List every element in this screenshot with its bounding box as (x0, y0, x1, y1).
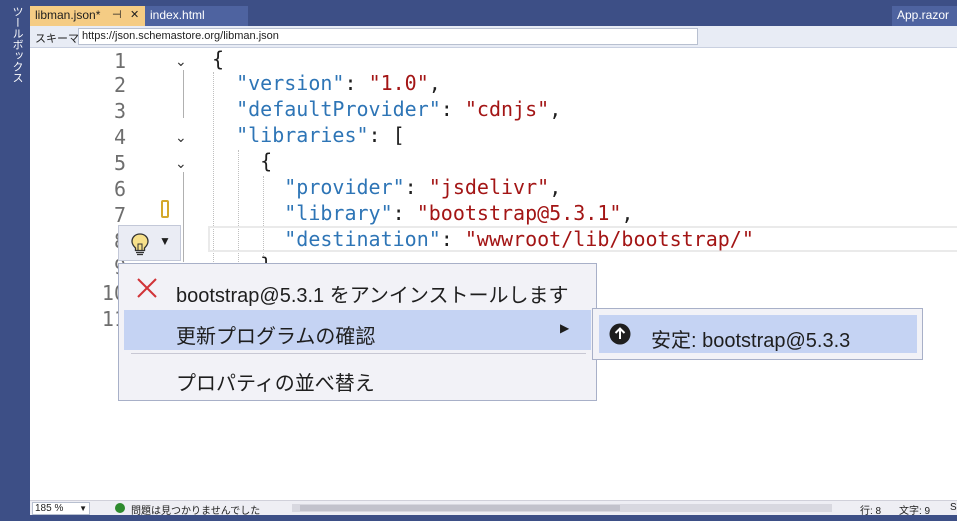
tab-label: index.html (150, 8, 205, 22)
menu-item-label: 安定: bootstrap@5.3.3 (651, 330, 851, 352)
tab-app-razor[interactable]: App.razor (892, 6, 957, 26)
menu-item-label: 更新プログラムの確認 (176, 326, 376, 348)
close-icon[interactable]: ✕ (130, 6, 139, 24)
schema-bar: スキーマ: https://json.schemastore.org/libma… (30, 26, 957, 48)
line-number: 8 (30, 228, 126, 254)
lightbulb-icon (127, 231, 153, 262)
tab-bar: libman.json* ⊣ ✕ index.html App.razor (30, 0, 957, 26)
code-line-5: { (260, 149, 273, 173)
code-line-3: "defaultProvider": "cdnjs", (236, 97, 562, 121)
tab-libman-json[interactable]: libman.json* ⊣ ✕ (30, 6, 145, 26)
x-icon (136, 277, 158, 304)
fold-chevron-icon[interactable]: ⌄ (175, 150, 187, 176)
menu-separator (131, 353, 586, 354)
scrollbar-thumb[interactable] (300, 505, 620, 511)
tab-label: libman.json* (35, 8, 101, 22)
fold-chevron-icon[interactable]: ⌄ (175, 48, 187, 74)
line-number: 11 (101, 307, 126, 331)
updates-submenu: 安定: bootstrap@5.3.3 (592, 308, 923, 360)
line-number: 10 (101, 281, 126, 305)
submenu-arrow-icon: ▶ (560, 321, 570, 335)
tab-label: App.razor (897, 8, 950, 22)
fold-line (183, 70, 184, 118)
line-number: 6 (113, 177, 126, 201)
line-number: 4 (113, 125, 126, 149)
toolbox-label[interactable]: ツールボックス (9, 6, 25, 83)
quick-actions-menu: bootstrap@5.3.1 をアンインストールします 更新プログラムの確認 … (118, 263, 597, 401)
menu-item-stable-update[interactable]: 安定: bootstrap@5.3.3 (599, 315, 917, 353)
code-line-7: "library": "bootstrap@5.3.1", (284, 201, 634, 225)
menu-item-sort-properties[interactable]: プロパティの並べ替え (124, 357, 591, 397)
code-line-8: "destination": "wwwroot/lib/bootstrap/" (284, 227, 754, 251)
status-extra: S (950, 502, 957, 513)
line-number: 1 (113, 49, 126, 73)
fold-chevron-icon[interactable]: ⌄ (175, 124, 187, 150)
code-line-6: "provider": "jsdelivr", (284, 175, 562, 199)
line-number: 7 (113, 203, 126, 227)
fold-line (183, 172, 184, 262)
up-arrow-circle-icon (609, 323, 631, 350)
chevron-down-icon: ▼ (79, 504, 87, 513)
code-line-4: "libraries": [ (236, 123, 405, 147)
code-line-1: { (212, 48, 225, 71)
menu-item-check-updates[interactable]: 更新プログラムの確認 ▶ (124, 310, 591, 350)
line-number: 9 (30, 254, 126, 280)
line-number: 3 (113, 99, 126, 123)
caret-down-icon: ▼ (159, 234, 171, 248)
line-number: 5 (113, 151, 126, 175)
schema-url-field[interactable]: https://json.schemastore.org/libman.json (78, 28, 698, 45)
menu-item-uninstall[interactable]: bootstrap@5.3.1 をアンインストールします (124, 269, 591, 309)
zoom-value: 185 % (35, 503, 64, 514)
lightbulb-margin-marker (161, 200, 169, 218)
schema-label: スキーマ: (35, 33, 83, 45)
quick-actions-button[interactable]: ▼ (118, 225, 181, 261)
check-circle-icon (115, 503, 125, 513)
line-number: 2 (113, 73, 126, 97)
code-line-2: "version": "1.0", (236, 71, 441, 95)
status-bar: 185 % ▼ 問題は見つかりませんでした 行: 8 文字: 9 S (30, 500, 957, 517)
horizontal-scrollbar[interactable] (292, 504, 832, 512)
toolbox-strip[interactable]: ツールボックス (0, 0, 30, 521)
menu-item-label: プロパティの並べ替え (176, 373, 375, 395)
zoom-select[interactable]: 185 % ▼ (32, 502, 90, 515)
tab-index-html[interactable]: index.html (145, 6, 248, 26)
menu-item-label: bootstrap@5.3.1 をアンインストールします (176, 285, 569, 307)
window-bottom-border (0, 515, 957, 521)
pin-icon[interactable]: ⊣ (112, 6, 122, 24)
